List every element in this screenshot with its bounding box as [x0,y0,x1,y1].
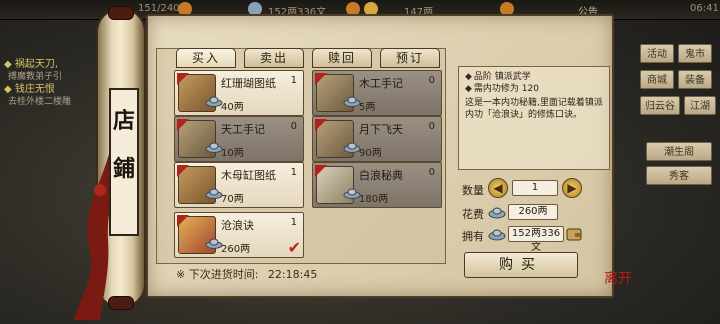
shop-item[interactable]: 天工手记 0 10两 [174,116,304,162]
menu-store[interactable]: 商城 [640,70,674,89]
leave-stamp-button[interactable]: 离开 [604,268,632,288]
item-price: 180两 [359,194,389,205]
restock-time: 22:18:45 [267,268,318,281]
silver-ingot-icon [488,207,506,219]
cost-label: 花费 [462,208,484,221]
shop-sign: 店 鋪 [109,88,139,236]
item-name: 沧浪诀 [221,219,254,232]
item-quantity: 0 [428,167,435,178]
stamina-value: 151/240 [138,3,180,14]
item-price: 40两 [221,102,244,113]
wallet-icon [566,228,582,241]
item-price: 260两 [221,244,251,255]
restock-label: ※ 下次进货时间: [176,268,259,281]
silver-ingot-icon [488,229,506,241]
owned-value: 152两336文 [508,226,564,253]
item-price: 70两 [221,194,244,205]
shop-item[interactable]: 白浪秘典 0 180两 [312,162,442,208]
item-quantity: 0 [428,75,435,86]
shop-item[interactable]: 沧浪诀 1 260两 ✔ [174,212,304,258]
shop-item[interactable]: 红珊瑚图纸 1 40两 [174,70,304,116]
tab-redeem[interactable]: 赎回 [312,48,372,68]
shop-item[interactable]: 木工手记 0 5两 [312,70,442,116]
shop-item[interactable]: 月下飞天 0 90两 [312,116,442,162]
quest-desc: 去桂外楼二楼雕 [8,97,72,107]
item-name: 红珊瑚图纸 [221,77,276,90]
item-quantity: 1 [290,75,297,86]
menu-chaosheng-pavilion[interactable]: 潮生阁 [646,142,712,161]
quantity-input[interactable]: 1 [512,180,558,196]
menu-guiyun-valley[interactable]: 归云谷 [640,96,680,115]
item-name: 月下飞天 [359,123,403,136]
rod-cap-top [108,6,134,20]
item-quantity: 1 [290,217,297,228]
quest-desc: 搏魔教弟子引 [8,72,63,82]
menu-guest[interactable]: 秀客 [646,166,712,185]
menu-ghost-market[interactable]: 鬼市 [678,44,712,63]
quest-title[interactable]: ◆ 钱庄无恨 [4,83,110,96]
quest-tracker[interactable]: ◆ 祸起天刀, 搏魔教弟子引 ◆ 钱庄无恨 去桂外楼二楼雕 [0,58,110,108]
item-price: 90两 [359,148,382,159]
restock-timer: ※ 下次进货时间: 22:18:45 [176,266,317,282]
item-price: 10两 [221,148,244,159]
clock-time: 06:41 [690,3,719,14]
item-name: 白浪秘典 [359,169,403,182]
tab-buy[interactable]: 买入 [176,48,236,68]
item-quantity: 0 [428,121,435,132]
item-name: 天工手记 [221,123,265,136]
item-name: 木母缸图纸 [221,169,276,182]
owned-label: 拥有 [462,230,484,243]
diamond-icon: ◆ [465,84,472,94]
shop-item[interactable]: 木母缸图纸 1 70两 [174,162,304,208]
sign-char: 店 [112,108,135,134]
item-grade: 品阶 镇派武学 [473,72,531,82]
sign-char: 鋪 [112,156,135,182]
menu-activity[interactable]: 活动 [640,44,674,63]
item-quantity: 0 [290,121,297,132]
item-description: 这是一本内功秘籍,里面记载着镇派内功「沧浪诀」的修炼口诀。 [465,98,603,120]
item-price: 5两 [359,102,376,113]
tab-preorder[interactable]: 预订 [380,48,440,68]
checkmark-icon: ✔ [287,238,301,257]
menu-equipment[interactable]: 装备 [678,70,712,89]
diamond-icon: ◆ [465,72,472,82]
quest-title[interactable]: ◆ 祸起天刀, [4,58,110,71]
item-name: 木工手记 [359,77,403,90]
item-requirement: 需内功修为 120 [473,84,539,94]
cost-value: 260两 [508,204,558,220]
tab-sell[interactable]: 卖出 [244,48,304,68]
item-description-box: ◆ 品阶 镇派武学 ◆ 需内功修为 120 这是一本内功秘籍,里面记载着镇派内功「沧… [458,66,610,170]
decrease-arrow-icon[interactable]: ◀ [488,178,508,198]
quantity-label: 数量 [462,184,484,197]
menu-jianghu[interactable]: 江湖 [684,96,716,115]
buy-button[interactable]: 购买 [464,252,578,278]
increase-arrow-icon[interactable]: ▶ [562,178,582,198]
item-quantity: 1 [290,167,297,178]
